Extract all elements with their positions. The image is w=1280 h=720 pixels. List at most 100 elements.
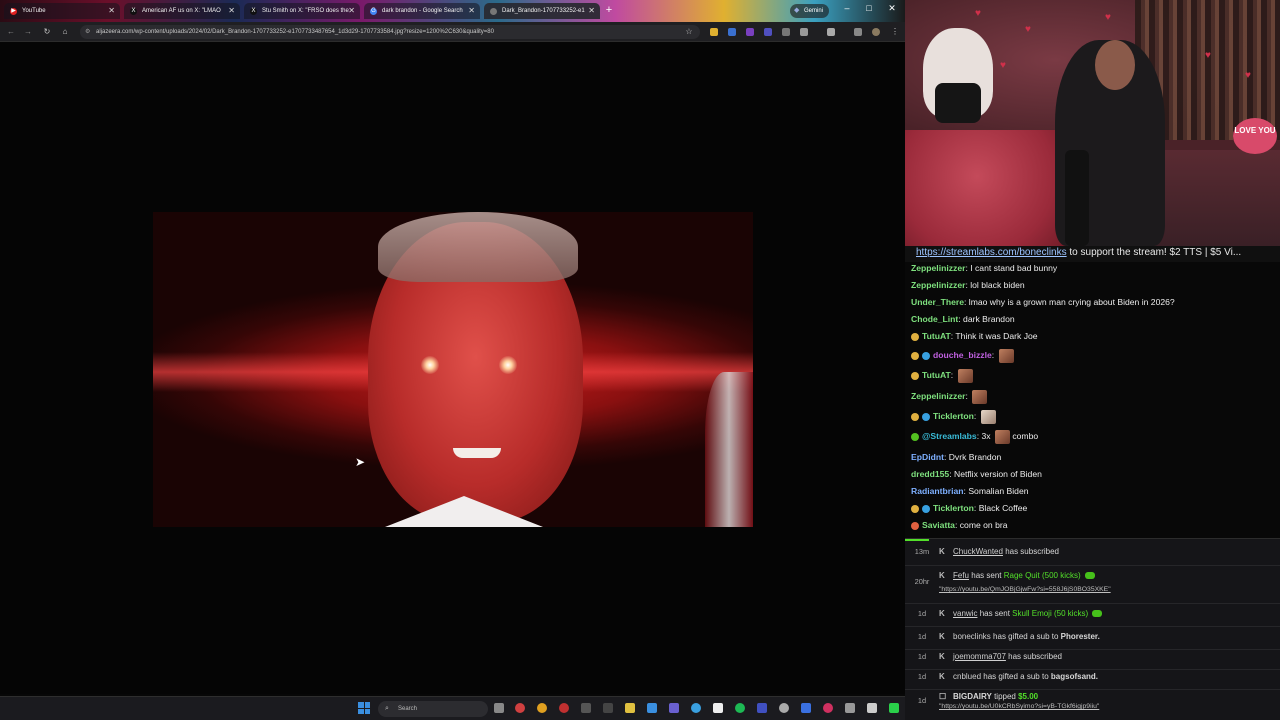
forward-button[interactable]: → <box>21 25 35 39</box>
app-icon[interactable] <box>867 703 877 713</box>
extension-icon[interactable] <box>710 28 718 36</box>
chat-username[interactable]: Zeppelinizzer <box>911 263 965 273</box>
new-tab-button[interactable]: + <box>602 3 616 17</box>
chat-username[interactable]: douche_bizzle <box>933 350 992 360</box>
sidebar-icon[interactable] <box>827 28 835 36</box>
download-icon[interactable] <box>854 28 862 36</box>
menu-kebab-icon[interactable]: ⋮ <box>888 25 902 39</box>
chat-username[interactable]: Saviatta <box>922 520 955 530</box>
image-icon <box>490 8 497 15</box>
x-icon: X <box>130 8 137 15</box>
reload-button[interactable]: ↻ <box>40 25 54 39</box>
chat-username[interactable]: Radiantbrian <box>911 486 964 496</box>
extension-icon[interactable] <box>782 28 790 36</box>
bookmark-star-icon[interactable]: ☆ <box>682 25 696 39</box>
terminal-icon[interactable] <box>603 703 613 713</box>
address-bar[interactable]: ⚙ aljazeera.com/wp-content/uploads/2024/… <box>80 25 700 39</box>
emote-icon <box>972 389 988 404</box>
mouse-cursor-icon: ➤ <box>355 455 366 469</box>
app-icon[interactable] <box>581 703 591 713</box>
extensions-puzzle-icon[interactable] <box>800 28 808 36</box>
close-window-button[interactable]: ✕ <box>881 3 903 14</box>
event-link[interactable]: "https://youtu.be/QmJOBjGjwFw?si=558J6jS… <box>939 586 1111 593</box>
event-user[interactable]: BIGDAIRY <box>953 692 992 701</box>
kick-icon: K <box>939 547 945 556</box>
chat-username[interactable]: Zeppelinizzer <box>911 280 965 290</box>
maximize-button[interactable]: □ <box>858 3 880 13</box>
chat-username[interactable]: Chode_Lint <box>911 314 958 324</box>
event-user[interactable]: cnblued <box>953 672 981 681</box>
close-icon[interactable]: ✕ <box>468 3 475 19</box>
chat-username[interactable]: Ticklerton <box>933 411 974 421</box>
close-icon[interactable]: ✕ <box>588 3 595 19</box>
app-icon[interactable] <box>889 703 899 713</box>
chat-message: Radiantbrian: Somalian Biden <box>911 486 1029 496</box>
chat-username[interactable]: @Streamlabs <box>922 431 977 441</box>
site-info-icon[interactable]: ⚙ <box>85 25 90 39</box>
chat-username[interactable]: Under_There <box>911 297 964 307</box>
extension-icon[interactable] <box>764 28 772 36</box>
taskbar-search[interactable]: ⌕ Search <box>378 701 488 717</box>
event-text: has subscribed <box>1008 652 1062 661</box>
gifter-badge-icon <box>911 412 919 421</box>
chat-username[interactable]: TutuAT <box>922 370 951 380</box>
spotify-icon[interactable] <box>735 703 745 713</box>
app-icon[interactable] <box>757 703 767 713</box>
event-text: has subscribed <box>1005 547 1059 556</box>
tab-label: YouTube <box>22 8 46 14</box>
chat-username[interactable]: Ticklerton <box>933 503 974 513</box>
obs-icon[interactable] <box>713 703 723 713</box>
event-user[interactable]: joemomma707 <box>953 652 1006 661</box>
tab-label: dark brandon - Google Search <box>382 8 463 14</box>
app-icon[interactable] <box>515 703 525 713</box>
windows-start-icon[interactable] <box>358 702 370 714</box>
chrome-icon[interactable] <box>559 703 569 713</box>
discord-icon[interactable] <box>669 703 679 713</box>
extension-icon[interactable] <box>746 28 754 36</box>
glowing-eye-left <box>421 356 439 374</box>
chat-username[interactable]: TutuAT <box>922 331 951 341</box>
close-icon[interactable]: ✕ <box>108 3 115 19</box>
chat-username[interactable]: EpDidnt <box>911 452 944 462</box>
chat-panel[interactable]: Zeppelinizzer: I cant stand bad bunny Ze… <box>905 262 1280 538</box>
plush-doll <box>923 28 993 123</box>
event-user[interactable]: Fefu <box>953 571 969 580</box>
dark-brandon-image[interactable] <box>153 212 753 527</box>
app-icon[interactable] <box>801 703 811 713</box>
home-button[interactable]: ⌂ <box>58 25 72 39</box>
kicks-icon <box>1084 572 1095 580</box>
app-icon[interactable] <box>845 703 855 713</box>
tab-youtube[interactable]: ▶ YouTube ✕ <box>4 3 120 19</box>
search-placeholder: Search <box>398 706 418 712</box>
back-button[interactable]: ← <box>4 25 18 39</box>
url-text: aljazeera.com/wp-content/uploads/2024/02… <box>96 29 494 35</box>
event-amount: $5.00 <box>1018 692 1039 701</box>
avatar[interactable] <box>872 28 880 36</box>
gemini-button[interactable]: Gemini <box>790 4 830 18</box>
kick-icon: K <box>939 571 945 580</box>
event-link[interactable]: "https://youtu.be/U0kCRbSyimo?si=yB-TGkf… <box>939 703 1099 710</box>
event-user[interactable]: boneclinks <box>953 632 991 641</box>
event-user[interactable]: vanwic <box>953 609 977 618</box>
tab-x-american-af[interactable]: X American AF us on X: "LMAO ✕ <box>124 3 240 19</box>
minimize-button[interactable]: – <box>836 3 858 13</box>
app-icon[interactable] <box>647 703 657 713</box>
tab-dark-brandon-image[interactable]: Dark_Brandon-1707733252-e1 ✕ <box>484 3 600 19</box>
chat-username[interactable]: Zeppelinizzer <box>911 391 965 401</box>
app-icon[interactable] <box>691 703 701 713</box>
app-icon[interactable] <box>823 703 833 713</box>
app-icon[interactable] <box>779 703 789 713</box>
tab-x-stu-smith[interactable]: X Stu Smith on X: "FRSO does the ✕ <box>244 3 360 19</box>
extension-icon[interactable] <box>728 28 736 36</box>
close-icon[interactable]: ✕ <box>228 3 235 19</box>
events-feed[interactable]: 13m K ChuckWanted has subscribed 20hr K … <box>905 538 1280 720</box>
event-user[interactable]: ChuckWanted <box>953 547 1003 556</box>
chat-username[interactable]: dredd155 <box>911 469 949 479</box>
folder-icon[interactable] <box>625 703 635 713</box>
tab-google-search[interactable]: G dark brandon - Google Search ✕ <box>364 3 480 19</box>
chrome-icon[interactable] <box>537 703 547 713</box>
streamlabs-link[interactable]: https://streamlabs.com/boneclinks <box>916 247 1067 258</box>
kick-icon: K <box>939 609 945 618</box>
task-view-icon[interactable] <box>494 703 504 713</box>
close-icon[interactable]: ✕ <box>348 3 355 19</box>
